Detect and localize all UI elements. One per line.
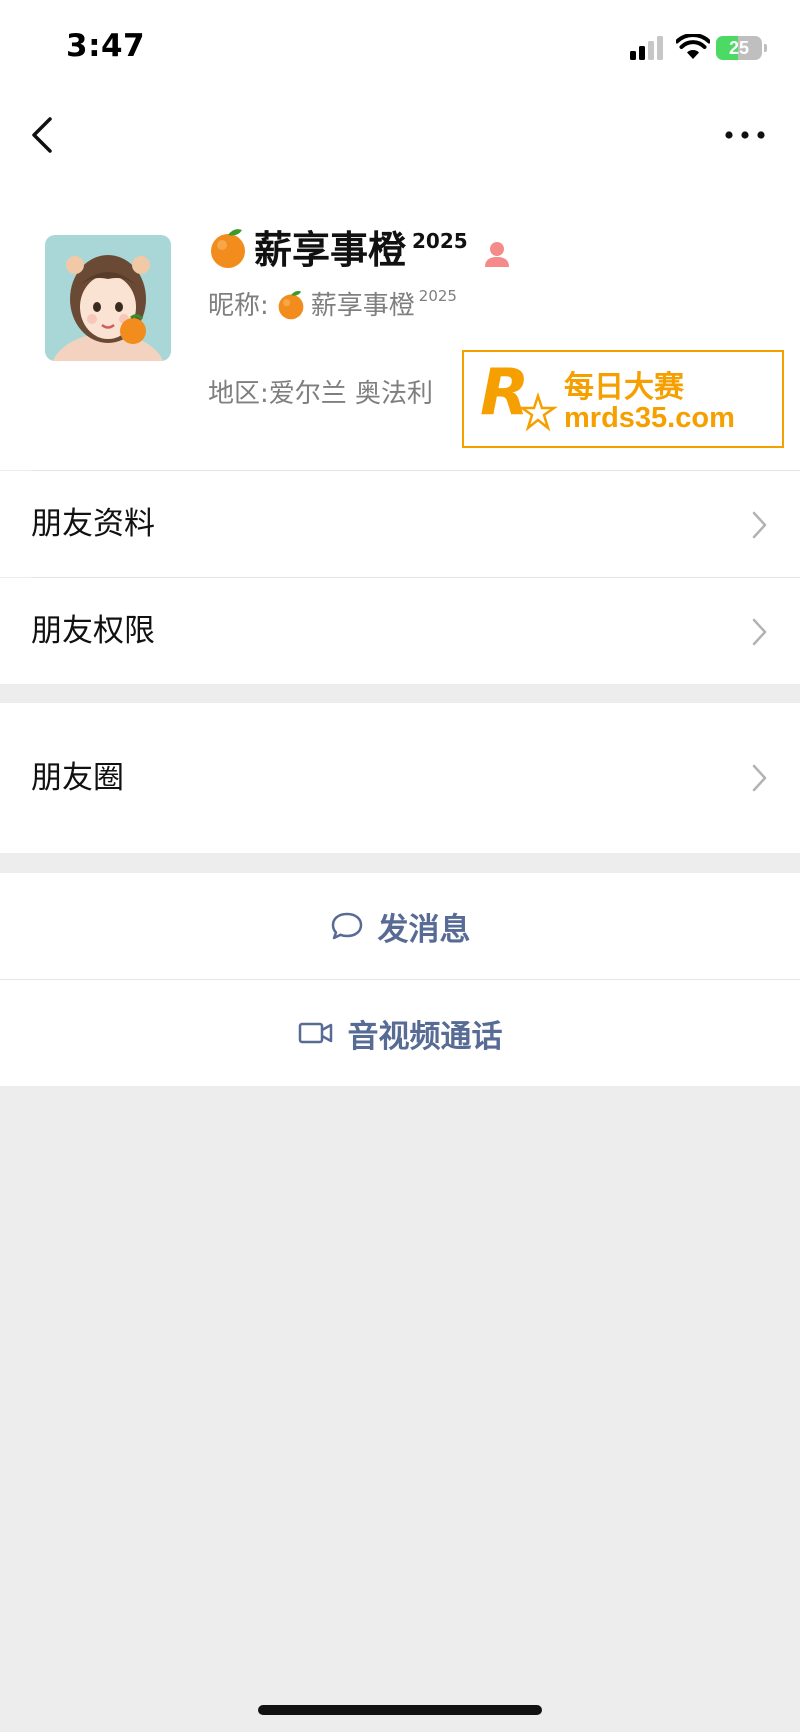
send-message-button[interactable]: 发消息 [0, 873, 800, 979]
nav-bar [0, 95, 800, 175]
nickname-label: 昵称: [208, 291, 269, 321]
more-dots-icon [725, 131, 765, 139]
region-label: 地区: [208, 379, 269, 409]
watermark-r-star-icon: R [480, 358, 558, 432]
svg-text:R: R [480, 358, 529, 430]
chevron-right-icon [752, 618, 767, 646]
friend-info-item[interactable]: 朋友资料 [0, 471, 800, 577]
chevron-left-icon [32, 117, 52, 153]
friend-permissions-item[interactable]: 朋友权限 [0, 578, 800, 684]
region-row: 地区:爱尔兰 奥法利 [208, 373, 433, 410]
chevron-right-icon [752, 511, 767, 539]
nickname-value: 薪享事橙 [310, 291, 415, 321]
status-bar: 3:47 25 [0, 0, 800, 95]
display-name-suffix: 2025 [412, 229, 468, 253]
back-button[interactable] [28, 113, 68, 157]
orange-emoji-icon [211, 229, 245, 268]
female-gender-icon [484, 242, 509, 267]
watermark-text-url: mrds35.com [564, 402, 735, 434]
av-call-button[interactable]: 音视频通话 [0, 980, 800, 1086]
video-camera-icon [298, 1022, 332, 1044]
display-name-row: 薪享事橙 2025 [208, 225, 512, 275]
orange-emoji-icon [278, 290, 304, 319]
battery-level: 25 [728, 38, 750, 58]
watermark-logo: R 每日大赛 mrds35.com [462, 350, 784, 448]
moments-label: 朋友圈 [31, 760, 124, 796]
send-message-label: 发消息 [377, 911, 471, 948]
chat-bubble-icon [331, 912, 362, 940]
av-call-label: 音视频通话 [347, 1018, 503, 1055]
cellular-signal-icon [630, 36, 663, 60]
avatar-image [45, 235, 171, 361]
wifi-icon [676, 34, 710, 59]
chevron-right-icon [752, 764, 767, 792]
battery-icon: 25 [716, 36, 767, 60]
region-value: 爱尔兰 奥法利 [268, 379, 434, 409]
moments-item[interactable]: 朋友圈 [0, 703, 800, 853]
friend-permissions-label: 朋友权限 [31, 613, 155, 649]
more-options-button[interactable] [720, 117, 770, 153]
status-time: 3:47 [66, 28, 146, 64]
avatar[interactable] [45, 235, 171, 361]
display-name: 薪享事橙 [254, 228, 407, 272]
nickname-row: 昵称: 薪享事橙 2025 [208, 285, 457, 322]
home-indicator[interactable] [258, 1705, 542, 1715]
watermark-text-cn: 每日大赛 [564, 370, 684, 405]
friend-info-label: 朋友资料 [31, 506, 155, 542]
nickname-suffix: 2025 [418, 287, 457, 305]
